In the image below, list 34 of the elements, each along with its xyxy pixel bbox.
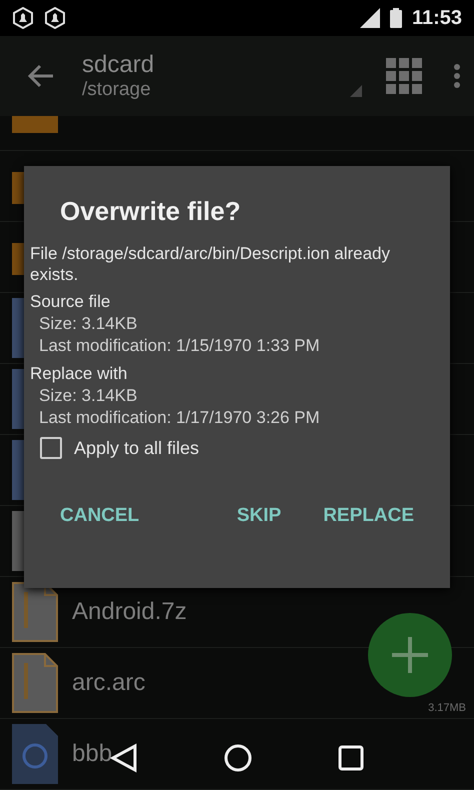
section-heading: Source file	[30, 291, 112, 313]
dialog-button[interactable]: SKIP	[230, 501, 288, 531]
notification-icon	[44, 7, 66, 29]
dialog-title: Overwrite file?	[60, 196, 242, 227]
more-options-icon[interactable]	[454, 64, 460, 88]
text-file-icon	[12, 724, 58, 784]
checkbox-label[interactable]: Apply to all files	[74, 438, 200, 458]
battery-icon	[390, 8, 402, 28]
file-name[interactable]: arc.arc	[72, 669, 146, 697]
folder-title: sdcard	[82, 51, 154, 79]
back-icon[interactable]	[110, 743, 138, 773]
archive-file-icon	[12, 582, 58, 642]
section-heading: Replace with	[30, 363, 128, 385]
notification-icon	[12, 7, 34, 29]
plus-icon	[390, 635, 430, 675]
clock-time: 11:53	[412, 6, 462, 30]
file-size: 3.17MB	[428, 702, 466, 714]
recents-icon[interactable]	[338, 745, 364, 771]
file-name[interactable]: Android.7z	[72, 598, 187, 626]
file-name[interactable]: bbb	[72, 740, 112, 768]
signal-icon	[360, 8, 380, 28]
home-icon[interactable]	[224, 744, 252, 772]
archive-file-icon	[12, 653, 58, 713]
file-detail: Last modification: 1/17/1970 3:26 PM	[39, 407, 321, 429]
back-arrow-icon[interactable]	[28, 64, 54, 88]
file-detail: Size: 3.14KB	[39, 385, 138, 407]
dialog-button[interactable]: CANCEL	[54, 501, 146, 531]
apply-checkbox[interactable]	[40, 437, 62, 459]
grid-view-icon[interactable]	[386, 58, 422, 94]
dialog-button[interactable]: REPLACE	[317, 501, 420, 531]
folder-path: /storage	[82, 79, 152, 101]
dialog-message: File /storage/sdcard/arc/bin/Descript.ion already exists.	[30, 243, 390, 285]
file-detail: Size: 3.14KB	[39, 313, 138, 335]
file-detail: Last modification: 1/15/1970 1:33 PM	[39, 335, 321, 357]
